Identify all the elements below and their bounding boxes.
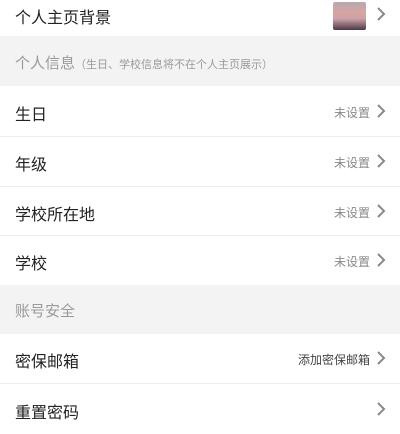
school-row[interactable]: 学校 未设置: [0, 236, 400, 285]
personal-info-section-header: 个人信息（生日、学校信息将不在个人主页展示）: [0, 36, 400, 86]
grade-label: 年级: [15, 155, 48, 174]
birthday-value: 未设置: [333, 106, 370, 120]
grade-value: 未设置: [333, 156, 370, 170]
chevron-right-icon: [377, 402, 386, 416]
school-value: 未设置: [333, 255, 370, 269]
personal-info-note: （生日、学校信息将不在个人主页展示）: [75, 58, 274, 71]
homepage-background-row[interactable]: 个人主页背景: [0, 0, 400, 36]
chevron-right-icon: [377, 204, 386, 218]
personal-info-title: 个人信息: [15, 54, 76, 72]
school-location-value: 未设置: [333, 206, 370, 220]
background-thumbnail: [333, 2, 366, 30]
chevron-right-icon: [377, 253, 386, 267]
birthday-label: 生日: [15, 105, 48, 124]
chevron-right-icon: [377, 351, 386, 365]
reset-password-row[interactable]: 重置密码: [0, 384, 400, 434]
chevron-right-icon: [377, 154, 386, 168]
school-location-label: 学校所在地: [15, 205, 96, 224]
chevron-right-icon: [377, 7, 386, 21]
reset-password-label: 重置密码: [15, 403, 80, 422]
security-email-row[interactable]: 密保邮箱 添加密保邮箱: [0, 334, 400, 383]
homepage-background-label: 个人主页背景: [15, 8, 112, 27]
chevron-right-icon: [377, 104, 386, 118]
account-security-title: 账号安全: [15, 302, 76, 320]
birthday-row[interactable]: 生日 未设置: [0, 86, 400, 136]
grade-row[interactable]: 年级 未设置: [0, 137, 400, 186]
school-location-row[interactable]: 学校所在地 未设置: [0, 187, 400, 235]
account-security-section-header: 账号安全: [0, 285, 400, 334]
school-label: 学校: [15, 254, 48, 273]
settings-page: 个人主页背景 个人信息（生日、学校信息将不在个人主页展示） 生日 未设置 年级 …: [0, 0, 400, 434]
security-email-label: 密保邮箱: [15, 352, 80, 371]
add-security-email-link: 添加密保邮箱: [297, 353, 370, 367]
